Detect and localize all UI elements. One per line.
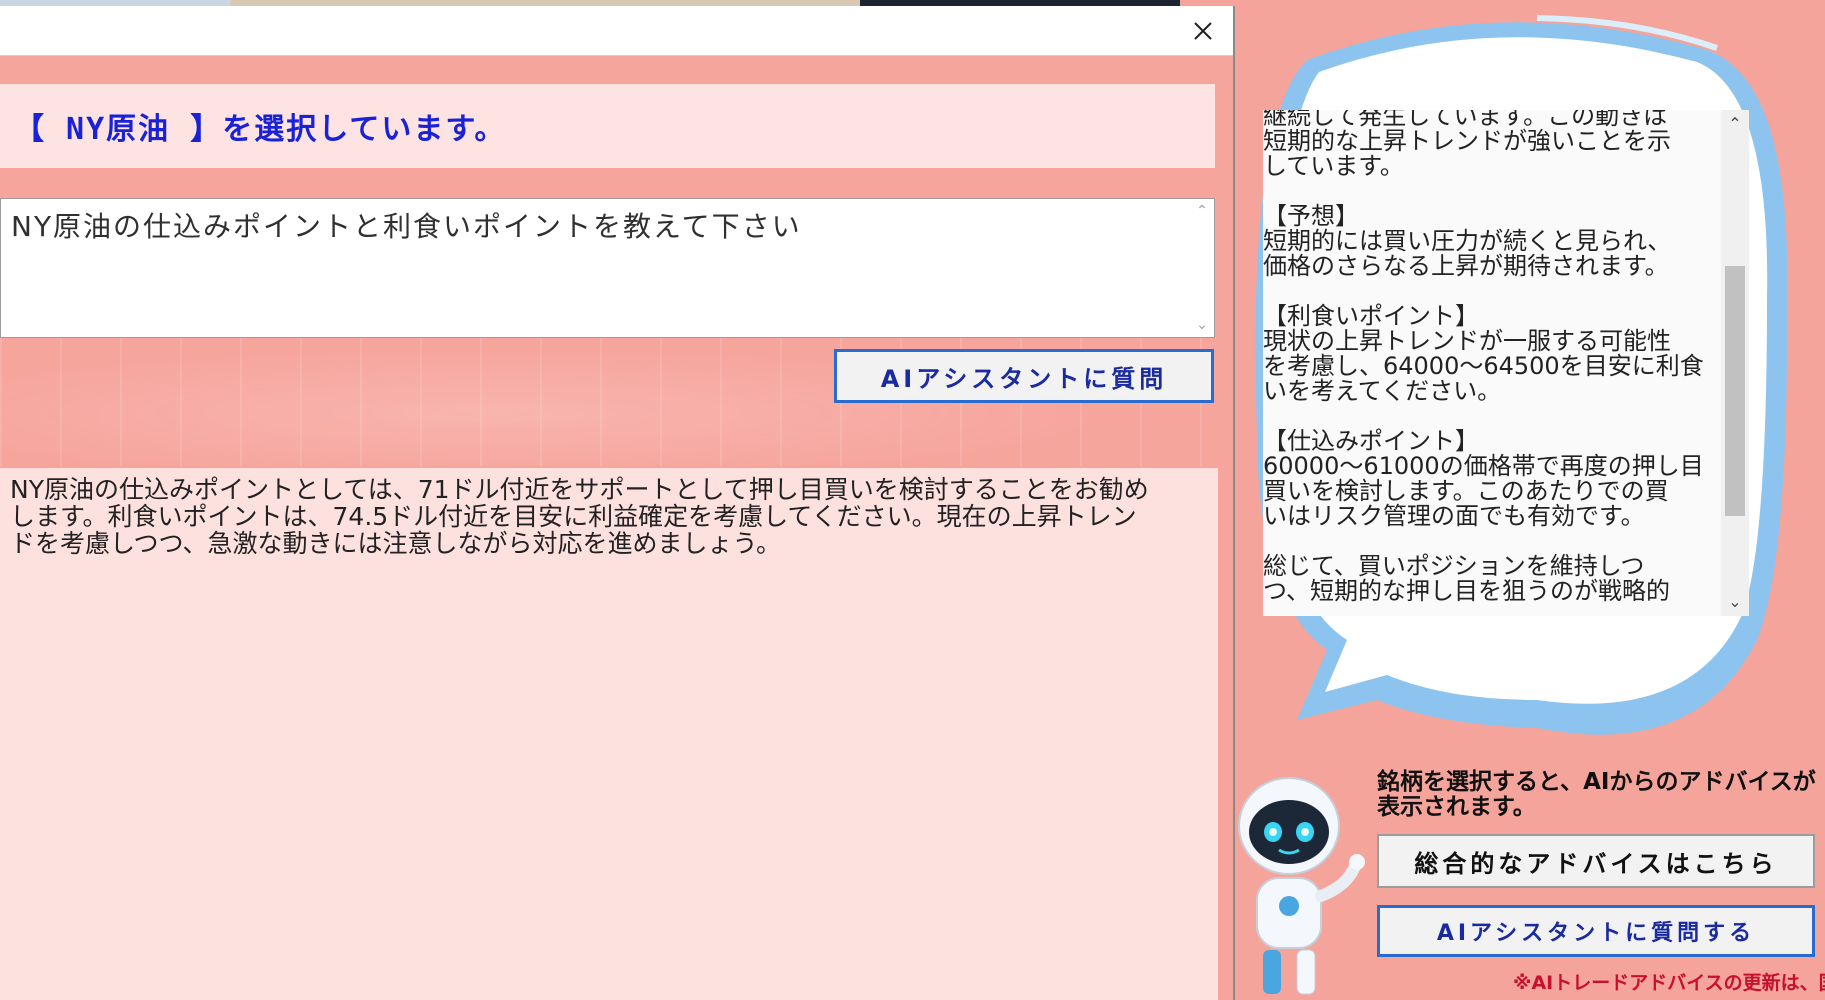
advice-text: 継続して発生しています。この動きは 短期的な上昇トレンドが強いことを示 していま… <box>1263 110 1704 605</box>
robot-mascot-icon <box>1238 777 1365 995</box>
answer-text: NY原油の仕込みポイントとしては、71ドル付近をサポートとして押し目買いを検討す… <box>10 475 1149 558</box>
chevron-up-icon[interactable]: ⌃ <box>1721 110 1749 138</box>
close-icon <box>1194 22 1212 40</box>
answer-panel: NY原油の仕込みポイントとしては、71ドル付近をサポートとして押し目買いを検討す… <box>0 468 1218 1000</box>
ask-ai-assistant-label: AIアシスタントに質問 <box>880 364 1168 393</box>
question-input-text[interactable]: NY原油の仕込みポイントと利食いポイントを教えて下さい <box>11 205 1184 245</box>
advice-scrollbar[interactable]: ⌃ ⌄ <box>1721 110 1749 616</box>
advice-textbox[interactable]: 継続して発生しています。この動きは 短期的な上昇トレンドが強いことを示 していま… <box>1263 110 1749 616</box>
chevron-down-icon[interactable]: ⌄ <box>1721 588 1749 616</box>
chevron-down-icon[interactable]: ⌄ <box>1190 313 1214 337</box>
ask-ai-assistant-panel-button[interactable]: AIアシスタントに質問する <box>1377 905 1815 957</box>
selected-symbol-text: 【 NY原油 】を選択しています。 <box>14 112 507 147</box>
advice-side-panel: 継続して発生しています。この動きは 短期的な上昇トレンドが強いことを示 していま… <box>1237 0 1825 1000</box>
overall-advice-label: 総合的なアドバイスはこちら <box>1414 849 1778 878</box>
scrollbar-thumb[interactable] <box>1725 266 1745 516</box>
dialog-titlebar <box>0 6 1233 56</box>
ai-question-dialog: 【 NY原油 】を選択しています。 NY原油の仕込みポイントと利食いポイントを教… <box>0 6 1235 1000</box>
question-scrollbar[interactable]: ⌃ ⌄ <box>1190 199 1214 337</box>
ask-ai-assistant-panel-label: AIアシスタントに質問する <box>1436 921 1756 946</box>
overall-advice-button[interactable]: 総合的なアドバイスはこちら <box>1377 834 1815 888</box>
ask-ai-assistant-button[interactable]: AIアシスタントに質問 <box>834 349 1214 403</box>
chevron-up-icon[interactable]: ⌃ <box>1190 199 1214 223</box>
close-button[interactable] <box>1183 12 1223 50</box>
question-input[interactable]: NY原油の仕込みポイントと利食いポイントを教えて下さい ⌃ ⌄ <box>0 198 1215 338</box>
selected-symbol-banner: 【 NY原油 】を選択しています。 <box>0 84 1215 168</box>
update-notice: ※AIトレードアドバイスの更新は、国内 <box>1513 972 1825 994</box>
info-text: 銘柄を選択すると、AIからのアドバイスが表示されます。 <box>1377 769 1816 820</box>
